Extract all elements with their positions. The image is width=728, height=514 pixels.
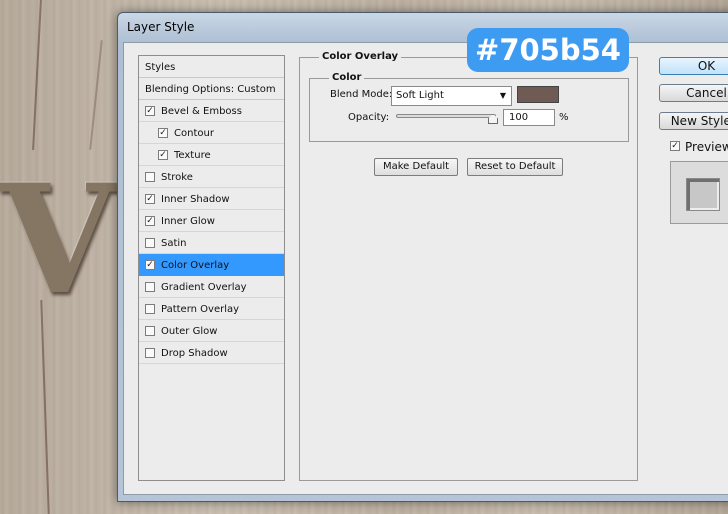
- color-subgroup: Color Blend Mode: Soft Light ▼ Opacity: …: [309, 72, 629, 142]
- color-overlay-title: Color Overlay: [319, 51, 402, 62]
- blend-mode-label: Blend Mode:: [330, 89, 393, 100]
- preview-toggle[interactable]: ✓ Preview: [670, 140, 728, 154]
- reset-to-default-button[interactable]: Reset to Default: [467, 158, 563, 176]
- style-item-label: Satin: [161, 238, 187, 249]
- color-overlay-group: Color Overlay Color Blend Mode: Soft Lig…: [299, 51, 638, 481]
- style-item-stroke[interactable]: Stroke: [139, 166, 284, 188]
- make-default-button[interactable]: Make Default: [374, 158, 458, 176]
- style-item-label: Stroke: [161, 172, 193, 183]
- opacity-slider-track[interactable]: [396, 114, 496, 118]
- overlay-color-swatch[interactable]: [517, 86, 559, 103]
- dialog-body: Styles Blending Options: Custom ✓ Bevel &…: [123, 42, 728, 495]
- style-item-checkbox[interactable]: ✓: [145, 260, 155, 270]
- style-preview-thumbnail: [670, 161, 728, 224]
- opacity-input[interactable]: 100: [503, 109, 555, 126]
- style-item-checkbox[interactable]: [145, 238, 155, 248]
- carved-letter-graphic: V: [0, 165, 117, 305]
- style-item-checkbox[interactable]: [145, 282, 155, 292]
- style-item-bevel-emboss[interactable]: ✓ Bevel & Emboss: [139, 100, 284, 122]
- cancel-button[interactable]: Cancel: [659, 84, 728, 102]
- preview-swatch: [686, 178, 720, 211]
- style-item-checkbox[interactable]: ✓: [158, 128, 168, 138]
- preview-checkbox[interactable]: ✓: [670, 141, 680, 151]
- effects-list: ✓ Bevel & Emboss ✓ Contour ✓ Texture Stroke ✓ In…: [139, 100, 284, 364]
- style-item-label: Texture: [174, 150, 211, 161]
- style-item-checkbox[interactable]: [145, 172, 155, 182]
- style-item-texture[interactable]: ✓ Texture: [139, 144, 284, 166]
- style-item-checkbox[interactable]: [145, 304, 155, 314]
- style-item-label: Contour: [174, 128, 214, 139]
- style-item-satin[interactable]: Satin: [139, 232, 284, 254]
- style-item-label: Inner Shadow: [161, 194, 230, 205]
- chevron-down-icon: ▼: [499, 91, 506, 100]
- opacity-unit: %: [559, 112, 569, 123]
- dialog-title: Layer Style: [127, 20, 195, 34]
- style-item-checkbox[interactable]: ✓: [158, 150, 168, 160]
- styles-header[interactable]: Styles: [139, 56, 284, 78]
- style-item-checkbox[interactable]: ✓: [145, 216, 155, 226]
- color-hex-badge: #705b54: [467, 28, 629, 72]
- new-style-button[interactable]: New Style...: [659, 112, 728, 130]
- ok-button[interactable]: OK: [659, 57, 728, 75]
- blend-mode-value: Soft Light: [396, 90, 444, 101]
- style-item-gradient-overlay[interactable]: Gradient Overlay: [139, 276, 284, 298]
- style-item-inner-shadow[interactable]: ✓ Inner Shadow: [139, 188, 284, 210]
- style-item-outer-glow[interactable]: Outer Glow: [139, 320, 284, 342]
- style-item-label: Inner Glow: [161, 216, 215, 227]
- preview-label: Preview: [685, 140, 728, 154]
- style-item-checkbox[interactable]: [145, 348, 155, 358]
- style-item-label: Bevel & Emboss: [161, 106, 242, 117]
- style-item-pattern-overlay[interactable]: Pattern Overlay: [139, 298, 284, 320]
- style-item-label: Pattern Overlay: [161, 304, 240, 315]
- style-item-contour[interactable]: ✓ Contour: [139, 122, 284, 144]
- style-item-label: Color Overlay: [161, 260, 230, 271]
- wood-crack: [89, 40, 103, 150]
- wood-crack: [40, 300, 50, 514]
- layer-style-dialog: Layer Style Styles Blending Options: Cus…: [117, 12, 728, 502]
- opacity-label: Opacity:: [348, 112, 390, 123]
- style-item-checkbox[interactable]: ✓: [145, 194, 155, 204]
- style-item-checkbox[interactable]: ✓: [145, 106, 155, 116]
- style-item-inner-glow[interactable]: ✓ Inner Glow: [139, 210, 284, 232]
- style-item-drop-shadow[interactable]: Drop Shadow: [139, 342, 284, 364]
- blending-options-item[interactable]: Blending Options: Custom: [139, 78, 284, 100]
- style-item-label: Drop Shadow: [161, 348, 228, 359]
- style-item-label: Outer Glow: [161, 326, 218, 337]
- blend-mode-select[interactable]: Soft Light ▼: [391, 86, 512, 106]
- color-subgroup-title: Color: [329, 72, 365, 83]
- style-item-label: Gradient Overlay: [161, 282, 247, 293]
- wood-crack: [32, 0, 42, 150]
- style-item-checkbox[interactable]: [145, 326, 155, 336]
- styles-list: Styles Blending Options: Custom ✓ Bevel &…: [138, 55, 285, 481]
- style-item-color-overlay[interactable]: ✓ Color Overlay: [139, 254, 284, 276]
